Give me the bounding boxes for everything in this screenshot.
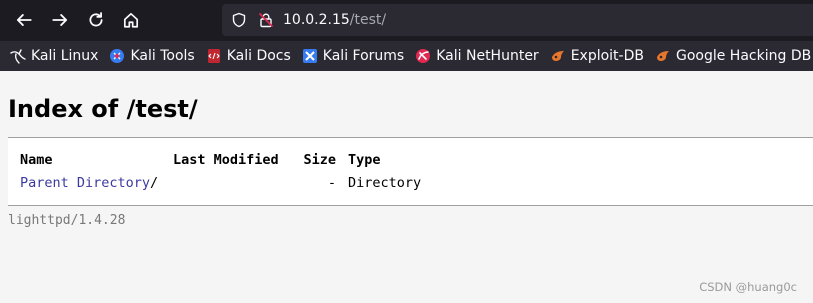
bookmark-exploit-db[interactable]: Exploit-DB [550,43,644,69]
arrow-right-icon [52,14,68,26]
cell-name: Parent Directory/ [16,171,169,194]
column-header-type[interactable]: Type [340,148,440,171]
server-footer: lighttpd/1.4.28 [8,213,126,228]
listing-table: Name Last Modified Size Type Parent Dire… [16,148,440,194]
shield-icon[interactable] [231,12,247,28]
name-suffix: / [150,174,159,191]
forward-button[interactable] [48,8,72,32]
exploit-db-icon [550,48,566,64]
insecure-lock-icon[interactable] [258,12,274,28]
url-path: /test/ [349,12,387,28]
table-row: Parent Directory/ - Directory [16,171,440,194]
bookmark-kali-linux[interactable]: Kali Linux [10,43,98,69]
ghdb-icon [655,48,671,64]
cell-modified [169,171,291,194]
bookmark-label: Kali Forums [322,48,405,64]
arrow-left-icon [16,14,32,26]
table-header-row: Name Last Modified Size Type [16,148,440,171]
home-icon [123,12,139,28]
directory-listing: Name Last Modified Size Type Parent Dire… [8,137,813,206]
bookmark-kali-nethunter[interactable]: Kali NetHunter [415,43,539,69]
reload-button[interactable] [84,8,108,32]
kali-forums-icon [302,48,318,64]
bookmark-google-hacking-db[interactable]: Google Hacking DB [655,43,811,69]
browser-toolbar: 10.0.2.15/test/ [0,0,813,41]
watermark: CSDN @huang0c [699,280,797,294]
bookmark-label: Kali Linux [31,48,99,64]
bookmarks-toolbar: Kali Linux Kali Tools Kali Docs Kali For… [0,41,813,71]
cell-type: Directory [348,174,422,191]
kali-tools-icon [109,48,125,64]
column-header-size[interactable]: Size [291,148,340,171]
url-text[interactable]: 10.0.2.15/test/ [283,11,386,29]
url-host: 10.0.2.15 [283,12,350,28]
bookmark-kali-docs[interactable]: Kali Docs [206,43,291,69]
nethunter-icon [415,48,431,64]
page-title: Index of /test/ [8,95,198,123]
back-button[interactable] [12,8,36,32]
bookmark-label: Exploit-DB [570,48,644,64]
cell-size: - [327,174,336,191]
bookmark-kali-forums[interactable]: Kali Forums [302,43,404,69]
bookmark-label: Kali NetHunter [436,48,539,64]
bookmark-kali-tools[interactable]: Kali Tools [109,43,195,69]
page-content: Index of /test/ Name Last Modified Size … [0,71,813,303]
bookmark-label: Kali Docs [226,48,291,64]
home-button[interactable] [119,8,143,32]
reload-icon [89,12,103,27]
kali-dragon-icon [10,48,26,64]
column-header-name[interactable]: Name [16,148,169,171]
bookmark-label: Kali Tools [130,48,195,64]
url-bar[interactable]: 10.0.2.15/test/ [222,4,813,36]
bookmark-label: Google Hacking DB [675,48,812,64]
kali-docs-icon [206,48,222,64]
column-header-modified[interactable]: Last Modified [169,148,291,171]
parent-directory-link[interactable]: Parent Directory [20,175,150,191]
